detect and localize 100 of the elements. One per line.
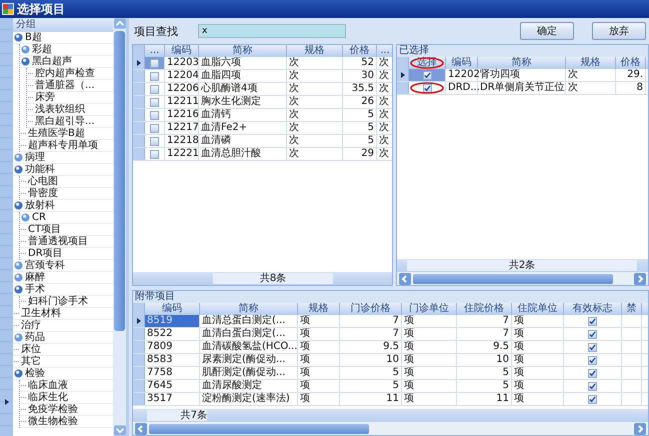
node-icon[interactable] <box>21 45 30 54</box>
column-header[interactable]: 门诊价格 <box>340 303 402 315</box>
tree-item[interactable]: 病理 <box>25 152 45 163</box>
column-header[interactable]: 简称 <box>200 303 298 315</box>
node-icon[interactable] <box>14 369 23 378</box>
node-icon[interactable] <box>14 165 23 174</box>
tree-item[interactable]: 放射科 <box>25 200 55 211</box>
tree-item[interactable]: 普通脏器（... <box>35 80 95 91</box>
tree-item[interactable]: 临床生化 <box>28 392 68 403</box>
tree-item[interactable]: 骨密度 <box>28 188 58 199</box>
column-header[interactable]: 简称 <box>199 45 287 57</box>
table-cell: 5 <box>340 367 402 379</box>
column-header[interactable]: ... <box>377 45 392 57</box>
scroll-thumb[interactable] <box>413 274 613 284</box>
tree-item[interactable]: 功能科 <box>25 164 55 175</box>
tree-item[interactable]: 超声科专用单项 <box>28 140 98 151</box>
scroll-down-icon[interactable] <box>114 425 126 436</box>
table-cell: 5 <box>457 367 512 379</box>
scroll-thumb[interactable] <box>114 31 125 331</box>
row-header[interactable] <box>133 315 145 327</box>
scroll-up-icon[interactable] <box>114 18 126 29</box>
node-icon[interactable] <box>21 57 30 66</box>
scroll-left-icon[interactable] <box>135 422 147 434</box>
tree-item[interactable]: 生殖医学B超 <box>28 128 85 139</box>
scroll-left-icon[interactable] <box>399 272 411 284</box>
dialog-button[interactable]: 确定 <box>520 22 574 40</box>
node-icon[interactable] <box>14 33 23 42</box>
tree-item[interactable]: 微生物检验 <box>28 416 78 427</box>
search-field[interactable]: x <box>198 24 346 38</box>
checkbox[interactable] <box>588 330 597 338</box>
column-header[interactable]: 规格 <box>298 303 340 315</box>
checkbox[interactable] <box>150 150 159 158</box>
dialog-button[interactable]: 放弃 <box>592 22 646 40</box>
scrollbar[interactable] <box>133 422 648 435</box>
tree-item[interactable]: 手术 <box>25 284 45 295</box>
node-icon[interactable] <box>14 153 23 162</box>
tree-item[interactable]: 心电图 <box>28 176 58 187</box>
tree-item[interactable]: 黑白超引导... <box>35 116 95 127</box>
column-header[interactable]: 规格 <box>287 45 343 57</box>
checkbox[interactable] <box>588 368 597 378</box>
column-header[interactable]: 编码 <box>446 57 478 69</box>
tree-item[interactable]: 腔内超声检查 <box>35 68 95 79</box>
row-header[interactable] <box>397 69 409 81</box>
scroll-right-icon[interactable] <box>634 422 646 434</box>
checkbox[interactable] <box>150 124 159 132</box>
node-icon[interactable] <box>14 201 23 210</box>
tree-item[interactable]: B超 <box>25 32 42 43</box>
checkbox[interactable] <box>588 342 597 352</box>
checkbox[interactable] <box>588 316 597 326</box>
tree-item[interactable]: CT项目 <box>28 224 62 235</box>
table-cell: 项 <box>512 328 564 340</box>
checkbox[interactable] <box>588 356 597 364</box>
tree-item[interactable]: 药品 <box>25 332 45 343</box>
column-header[interactable]: 编码 <box>165 45 199 57</box>
tree-item[interactable]: DR项目 <box>28 248 63 259</box>
tree-item[interactable]: 治疗 <box>21 320 41 331</box>
tree-item[interactable]: 普通透视项目 <box>28 236 88 247</box>
tree-item[interactable]: 卫生材料 <box>21 308 61 319</box>
checkbox[interactable] <box>150 84 159 94</box>
column-header[interactable]: 价格 <box>343 45 377 57</box>
checkbox[interactable] <box>150 98 159 106</box>
table-cell: 项 <box>402 380 457 392</box>
checkbox[interactable] <box>150 72 159 80</box>
column-header[interactable]: 规格 <box>566 57 616 69</box>
tree-item[interactable]: 床位 <box>21 344 41 355</box>
checkbox[interactable] <box>588 382 597 390</box>
column-header[interactable]: 有效标志 <box>564 303 622 315</box>
checkbox[interactable] <box>150 58 159 68</box>
tree-item[interactable]: 免疫学检验 <box>28 404 78 415</box>
checkbox[interactable] <box>588 394 597 404</box>
node-icon[interactable] <box>14 261 23 270</box>
row-header[interactable] <box>133 57 145 69</box>
tree-item[interactable]: 浅表软组织 <box>35 104 85 115</box>
node-icon[interactable] <box>14 333 23 342</box>
tree-item[interactable]: 床旁 <box>35 92 55 103</box>
tree-item[interactable]: 麻醉 <box>25 272 45 283</box>
column-header[interactable]: 住院价格 <box>457 303 512 315</box>
column-header[interactable]: 价格 <box>616 57 646 69</box>
tree-item[interactable]: CR <box>32 212 46 223</box>
column-header[interactable]: 门诊单位 <box>402 303 457 315</box>
column-header[interactable]: 禁 <box>622 303 642 315</box>
node-icon[interactable] <box>14 285 23 294</box>
node-icon[interactable] <box>21 213 30 222</box>
checkbox[interactable] <box>150 136 159 146</box>
tree-item[interactable]: 其它 <box>21 356 41 367</box>
tree-item[interactable]: 宫颈专科 <box>25 260 65 271</box>
tree-item[interactable]: 临床血液 <box>28 380 68 391</box>
checkbox[interactable] <box>422 70 432 80</box>
tree-item[interactable]: 妇科门诊手术 <box>28 296 88 307</box>
column-header[interactable]: 住院单位 <box>512 303 564 315</box>
node-icon[interactable] <box>14 273 23 282</box>
scroll-right-icon[interactable] <box>634 272 646 284</box>
scroll-thumb[interactable] <box>149 424 369 434</box>
checkbox[interactable] <box>150 110 159 120</box>
tree-item[interactable]: 彩超 <box>32 44 52 55</box>
scrollbar[interactable] <box>397 272 648 285</box>
scrollbar[interactable] <box>113 18 126 436</box>
column-header[interactable]: 简称 <box>478 57 566 69</box>
tree-item[interactable]: 黑白超声 <box>32 56 72 67</box>
tree-item[interactable]: 检验 <box>25 368 45 379</box>
